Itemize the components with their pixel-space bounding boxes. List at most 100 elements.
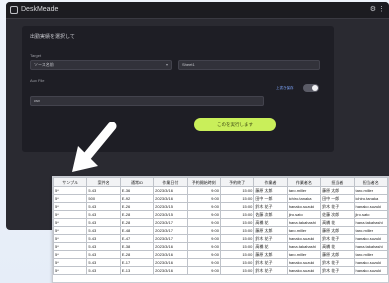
table-cell: 藤原 太郎 xyxy=(253,186,288,195)
table-cell: jiro.sato xyxy=(353,210,388,219)
table-cell: E-28 xyxy=(119,218,155,227)
table-cell: hanako.suzuki xyxy=(353,266,388,275)
table-cell: 5* xyxy=(53,194,88,203)
table-cell: 鈴木 花子 xyxy=(320,266,355,275)
table-cell: 鈴木 花子 xyxy=(253,266,288,275)
table-cell: E-26 xyxy=(119,202,155,211)
table-cell: 5.43 xyxy=(86,218,121,227)
table-cell: 鈴木 花子 xyxy=(253,258,288,267)
sheet-input-value: Sheet1 xyxy=(182,62,195,67)
table-cell: E-48 xyxy=(119,226,155,235)
table-cell: 2023/3/16 xyxy=(153,186,188,195)
table-cell: 5.43 xyxy=(86,226,121,235)
table-cell: 5* xyxy=(53,186,88,195)
table-row: 5* 5.43 E-48 2023/3/17 9:00 15:00 藤原 太郎 taro.mi… xyxy=(53,226,388,235)
table-cell: 2023/3/16 xyxy=(153,242,188,251)
table-cell: 2023/3/16 xyxy=(153,266,188,275)
title-bar: DeskMeade ⚙ ⋮ xyxy=(6,2,389,19)
column-header: 通常ID xyxy=(119,177,155,187)
table-cell: 9:00 xyxy=(186,210,221,219)
target-select[interactable]: ソース名前 ▾ xyxy=(30,60,172,70)
column-header: 担当者 xyxy=(320,177,355,187)
table-cell: 9:00 xyxy=(186,250,221,259)
column-header: 作業日付 xyxy=(153,177,188,187)
table-cell: 15:00 xyxy=(219,266,255,275)
table-cell: 2023/3/16 xyxy=(153,258,188,267)
table-cell: 9:00 xyxy=(186,186,221,195)
table-cell: 5* xyxy=(53,218,88,227)
table-cell: hana.takahashi xyxy=(353,218,388,227)
column-header: サンプル xyxy=(53,177,88,187)
table-cell: 5* xyxy=(53,202,88,211)
table-cell: 5* xyxy=(53,250,88,259)
table-cell: 5* xyxy=(53,234,88,243)
table-cell: 15:00 xyxy=(219,218,255,227)
table-cell: 15:00 xyxy=(219,234,255,243)
table-cell: 5* xyxy=(53,266,88,275)
table-cell: hanako.suzuki xyxy=(286,258,322,267)
table-cell: 田中 一郎 xyxy=(253,194,288,203)
table-cell: hanako.suzuki xyxy=(353,202,388,211)
table-row: 5* 5.43 E-38 2023/3/16 9:00 15:00 高橋 花 hana.tak… xyxy=(53,242,388,251)
table-cell: 2023/3/17 xyxy=(153,226,188,235)
spreadsheet-preview: サンプル 案件名 通常ID 作業日付 予約開始時刻 予約終了 作業者 作業者名 担当者 担当者名 … xyxy=(52,176,389,283)
table-cell: 5.43 xyxy=(86,266,121,275)
table-row: 5* 5.43 E-28 2023/3/15 9:00 15:00 佐藤 次郎 jiro.sa… xyxy=(53,210,388,219)
table-cell: 15:00 xyxy=(219,226,255,235)
result-table: サンプル 案件名 通常ID 作業日付 予約開始時刻 予約終了 作業者 作業者名 担当者 担当者名 … xyxy=(53,177,388,275)
table-cell: 佐藤 次郎 xyxy=(253,210,288,219)
table-cell: 9:00 xyxy=(186,266,221,275)
table-cell: E-36 xyxy=(119,186,155,195)
table-cell: jiro.sato xyxy=(286,210,322,219)
table-cell: 5* xyxy=(53,210,88,219)
app-name: DeskMeade xyxy=(21,6,59,13)
table-cell: 5* xyxy=(53,242,88,251)
table-cell: 5.43 xyxy=(86,202,121,211)
table-cell: taro.miller xyxy=(353,250,388,259)
table-cell: 高橋 花 xyxy=(320,218,355,227)
arrow-down-left-icon xyxy=(72,122,117,172)
table-cell: 9:00 xyxy=(186,202,221,211)
column-header: 作業者 xyxy=(253,177,288,187)
table-cell: hanako.suzuki xyxy=(353,234,388,243)
table-cell: E-28 xyxy=(119,210,155,219)
table-cell: 5.43 xyxy=(86,250,121,259)
table-cell: 2023/3/16 xyxy=(153,194,188,203)
table-cell: 5* xyxy=(53,258,88,267)
table-cell: 藤原 太郎 xyxy=(253,250,288,259)
table-row: 5* 5.43 E-13 2023/3/16 9:00 15:00 鈴木 花子 hanako.… xyxy=(53,266,388,275)
file-input[interactable]: csv xyxy=(30,96,264,106)
table-cell: 15:00 xyxy=(219,186,255,195)
table-cell: 鈴木 花子 xyxy=(253,202,288,211)
table-cell: E-47 xyxy=(119,234,155,243)
table-cell: hanako.suzuki xyxy=(353,258,388,267)
table-cell: 鈴木 花子 xyxy=(320,202,355,211)
window-controls[interactable]: ⚙ ⋮ xyxy=(370,5,385,15)
table-cell: 2023/3/15 xyxy=(153,202,188,211)
table-cell: 高橋 花 xyxy=(253,218,288,227)
table-cell: 9:00 xyxy=(186,242,221,251)
column-header: 予約開始時刻 xyxy=(186,177,221,187)
sheet-input[interactable]: Sheet1 xyxy=(178,60,320,70)
run-button[interactable]: このを実行します xyxy=(194,118,276,131)
table-cell: 15:00 xyxy=(219,210,255,219)
table-cell: 15:00 xyxy=(219,242,255,251)
table-cell: 5.43 xyxy=(86,210,121,219)
table-body: 5* 5.43 E-36 2023/3/16 9:00 15:00 藤原 太郎 taro.mi… xyxy=(53,186,388,275)
table-cell: taro.miller xyxy=(286,186,322,195)
table-cell: 9:00 xyxy=(186,234,221,243)
table-row: 5* 5.43 E-28 2023/3/16 9:00 15:00 藤原 太郎 taro.mi… xyxy=(53,250,388,259)
table-cell: 2023/3/17 xyxy=(153,234,188,243)
table-cell: 藤原 太郎 xyxy=(253,226,288,235)
table-cell: 9:00 xyxy=(186,218,221,227)
table-row: 5* 5.43 E-17 2023/3/16 9:00 15:00 鈴木 花子 hanako.… xyxy=(53,258,388,267)
table-cell: 9:00 xyxy=(186,258,221,267)
table-cell: E-92 xyxy=(119,194,155,203)
target-label: Target xyxy=(30,53,42,58)
table-cell: 藤原 太郎 xyxy=(320,226,355,235)
table-cell: 500 xyxy=(86,194,121,203)
table-row: 5* 5.43 E-28 2023/3/17 9:00 15:00 高橋 花 hana.tak… xyxy=(53,218,388,227)
overwrite-toggle[interactable] xyxy=(303,84,319,92)
table-cell: 15:00 xyxy=(219,250,255,259)
table-cell: 鈴木 花子 xyxy=(253,234,288,243)
